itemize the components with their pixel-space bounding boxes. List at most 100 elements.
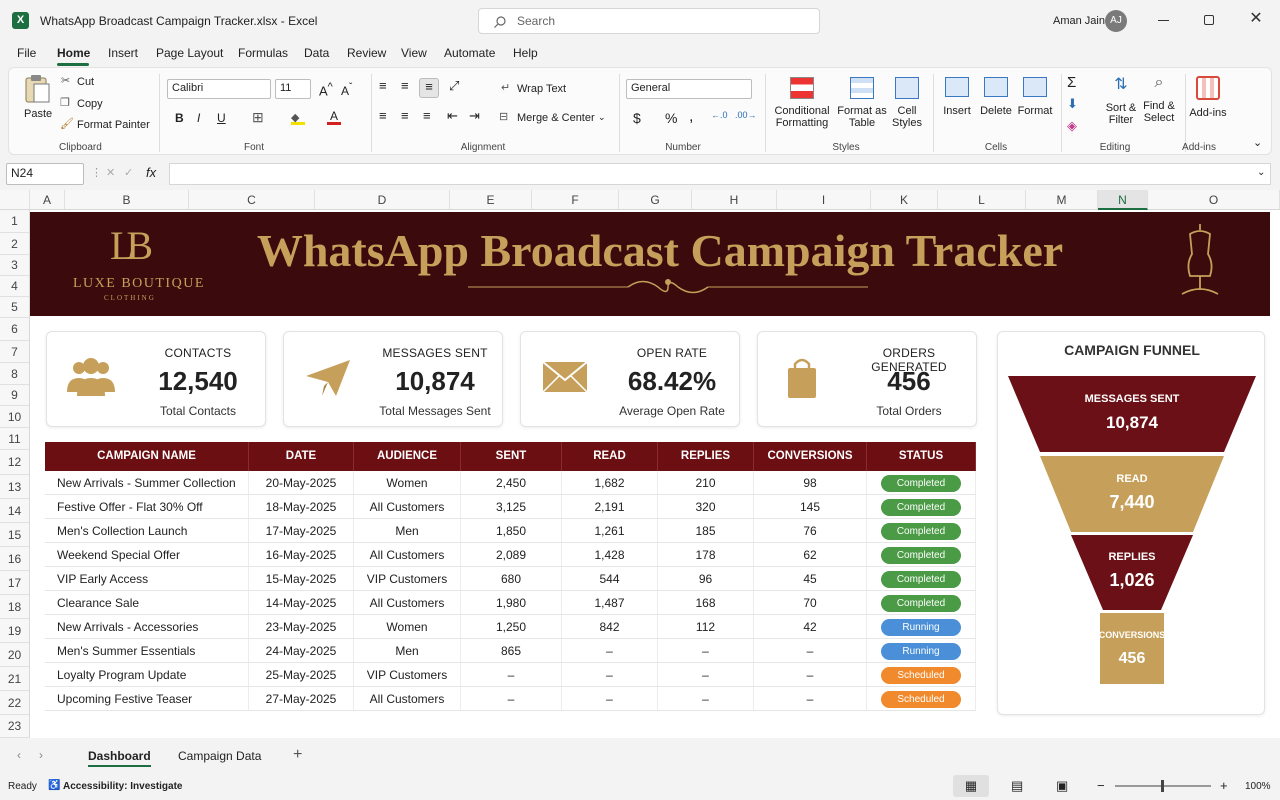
paste-button[interactable]: Paste (19, 74, 55, 134)
column-header[interactable]: I (777, 190, 871, 210)
table-cell[interactable]: 14-May-2025 (249, 591, 354, 615)
worksheet-grid[interactable]: A B C D E F G H I K L M N O 1 2 3 4 5 6 7 8 9 10 1… (0, 190, 1280, 738)
table-cell[interactable]: 45 (754, 567, 867, 591)
row-header[interactable]: 3 (0, 255, 30, 276)
table-row[interactable]: Men's Collection Launch 17-May-2025 Men 1,8… (45, 519, 976, 543)
fill-color-icon[interactable]: ◆ (291, 111, 305, 125)
table-cell[interactable]: – (658, 663, 754, 687)
table-cell[interactable]: 96 (658, 567, 754, 591)
enter-formula-icon[interactable]: ✓ (124, 166, 133, 179)
table-cell[interactable]: 3,125 (461, 495, 562, 519)
font-color-icon[interactable]: A (327, 109, 341, 125)
column-header[interactable]: G (619, 190, 692, 210)
row-header[interactable]: 14 (0, 499, 30, 523)
zoom-slider[interactable] (1115, 780, 1211, 792)
menu-formulas[interactable]: Formulas (238, 46, 288, 60)
row-header[interactable]: 9 (0, 385, 30, 406)
sort-filter-button[interactable]: ⇅ Sort & Filter (1101, 74, 1141, 126)
align-bottom-icon[interactable]: ≡ (419, 78, 439, 98)
table-cell[interactable]: – (754, 663, 867, 687)
table-cell[interactable]: 210 (658, 471, 754, 495)
row-header[interactable]: 10 (0, 406, 30, 428)
table-cell[interactable]: 16-May-2025 (249, 543, 354, 567)
table-cell[interactable]: Men (354, 519, 461, 543)
table-cell[interactable]: – (658, 639, 754, 663)
table-cell[interactable]: Upcoming Festive Teaser (45, 687, 249, 711)
table-row[interactable]: Men's Summer Essentials 24-May-2025 Men 865… (45, 639, 976, 663)
zoom-level[interactable]: 100% (1245, 781, 1271, 792)
decrease-font-icon[interactable]: Aˇ (341, 82, 352, 98)
bold-button[interactable]: B (175, 111, 184, 125)
format-cells-button[interactable]: Format (1015, 74, 1055, 117)
column-header[interactable]: A (30, 190, 65, 210)
increase-decimal-icon[interactable]: ←.0 (711, 110, 728, 120)
zoom-slider-thumb[interactable] (1161, 780, 1164, 792)
row-header[interactable]: 7 (0, 341, 30, 363)
column-header[interactable]: K (871, 190, 938, 210)
table-cell[interactable]: Weekend Special Offer (45, 543, 249, 567)
column-header[interactable]: C (189, 190, 315, 210)
menu-automate[interactable]: Automate (444, 46, 495, 60)
table-row[interactable]: New Arrivals - Summer Collection 20-May-2… (45, 471, 976, 495)
normal-view-button[interactable]: ▦ (953, 775, 989, 797)
row-header[interactable]: 13 (0, 475, 30, 499)
table-cell[interactable]: 27-May-2025 (249, 687, 354, 711)
table-cell[interactable]: New Arrivals - Accessories (45, 615, 249, 639)
comma-icon[interactable]: , (689, 108, 693, 126)
row-header[interactable]: 11 (0, 428, 30, 450)
table-cell[interactable]: VIP Customers (354, 663, 461, 687)
column-header[interactable]: H (692, 190, 777, 210)
row-header[interactable]: 17 (0, 571, 30, 595)
table-cell[interactable]: 1,487 (562, 591, 658, 615)
row-header[interactable]: 22 (0, 691, 30, 715)
font-family-select[interactable]: Calibri (167, 79, 271, 99)
select-all-corner[interactable] (0, 190, 30, 210)
accessibility-status[interactable]: Accessibility: Investigate (63, 781, 183, 792)
table-header-cell[interactable]: READ (562, 442, 658, 471)
table-row[interactable]: Weekend Special Offer 16-May-2025 All Cust… (45, 543, 976, 567)
scroll-right-icon[interactable]: › (39, 748, 43, 762)
table-cell[interactable]: – (562, 639, 658, 663)
status-cell[interactable]: Running (867, 639, 976, 663)
status-cell[interactable]: Completed (867, 495, 976, 519)
column-header[interactable]: O (1148, 190, 1280, 210)
table-cell[interactable]: 23-May-2025 (249, 615, 354, 639)
table-cell[interactable]: 842 (562, 615, 658, 639)
status-cell[interactable]: Completed (867, 591, 976, 615)
table-header-cell[interactable]: CAMPAIGN NAME (45, 442, 249, 471)
table-cell[interactable]: All Customers (354, 687, 461, 711)
borders-icon[interactable]: ⊞ (252, 109, 264, 126)
add-sheet-icon[interactable]: + (293, 746, 302, 764)
increase-indent-icon[interactable]: ⇥ (469, 108, 480, 124)
table-row[interactable]: New Arrivals - Accessories 23-May-2025 Wom… (45, 615, 976, 639)
chevron-down-icon[interactable]: ⌄ (598, 112, 606, 123)
menu-data[interactable]: Data (304, 46, 329, 60)
italic-button[interactable]: I (197, 111, 200, 125)
insert-cells-button[interactable]: Insert (937, 74, 977, 117)
cell-styles-button[interactable]: Cell Styles (887, 74, 927, 134)
table-cell[interactable]: 168 (658, 591, 754, 615)
function-icon[interactable]: fx (146, 165, 156, 180)
menu-page-layout[interactable]: Page Layout (156, 46, 223, 60)
row-header[interactable]: 23 (0, 715, 30, 738)
align-right-icon[interactable]: ≡ (423, 108, 431, 123)
table-cell[interactable]: 185 (658, 519, 754, 543)
table-cell[interactable]: All Customers (354, 591, 461, 615)
find-select-button[interactable]: ⌕ Find & Select (1139, 74, 1179, 124)
column-header[interactable]: D (315, 190, 450, 210)
table-cell[interactable]: New Arrivals - Summer Collection (45, 471, 249, 495)
table-cell[interactable]: 1,428 (562, 543, 658, 567)
scroll-left-icon[interactable]: ‹ (17, 748, 21, 762)
menu-help[interactable]: Help (513, 46, 538, 60)
table-cell[interactable]: 42 (754, 615, 867, 639)
align-center-icon[interactable]: ≡ (401, 108, 409, 123)
table-cell[interactable]: Men's Summer Essentials (45, 639, 249, 663)
number-format-select[interactable]: General (626, 79, 752, 99)
copy-button[interactable]: Copy (77, 98, 103, 110)
table-cell[interactable]: 680 (461, 567, 562, 591)
underline-button[interactable]: U (217, 111, 226, 125)
table-cell[interactable]: 62 (754, 543, 867, 567)
format-as-table-button[interactable]: Format as Table (834, 74, 890, 134)
cancel-formula-icon[interactable]: ✕ (106, 166, 115, 179)
row-header[interactable]: 1 (0, 210, 30, 233)
